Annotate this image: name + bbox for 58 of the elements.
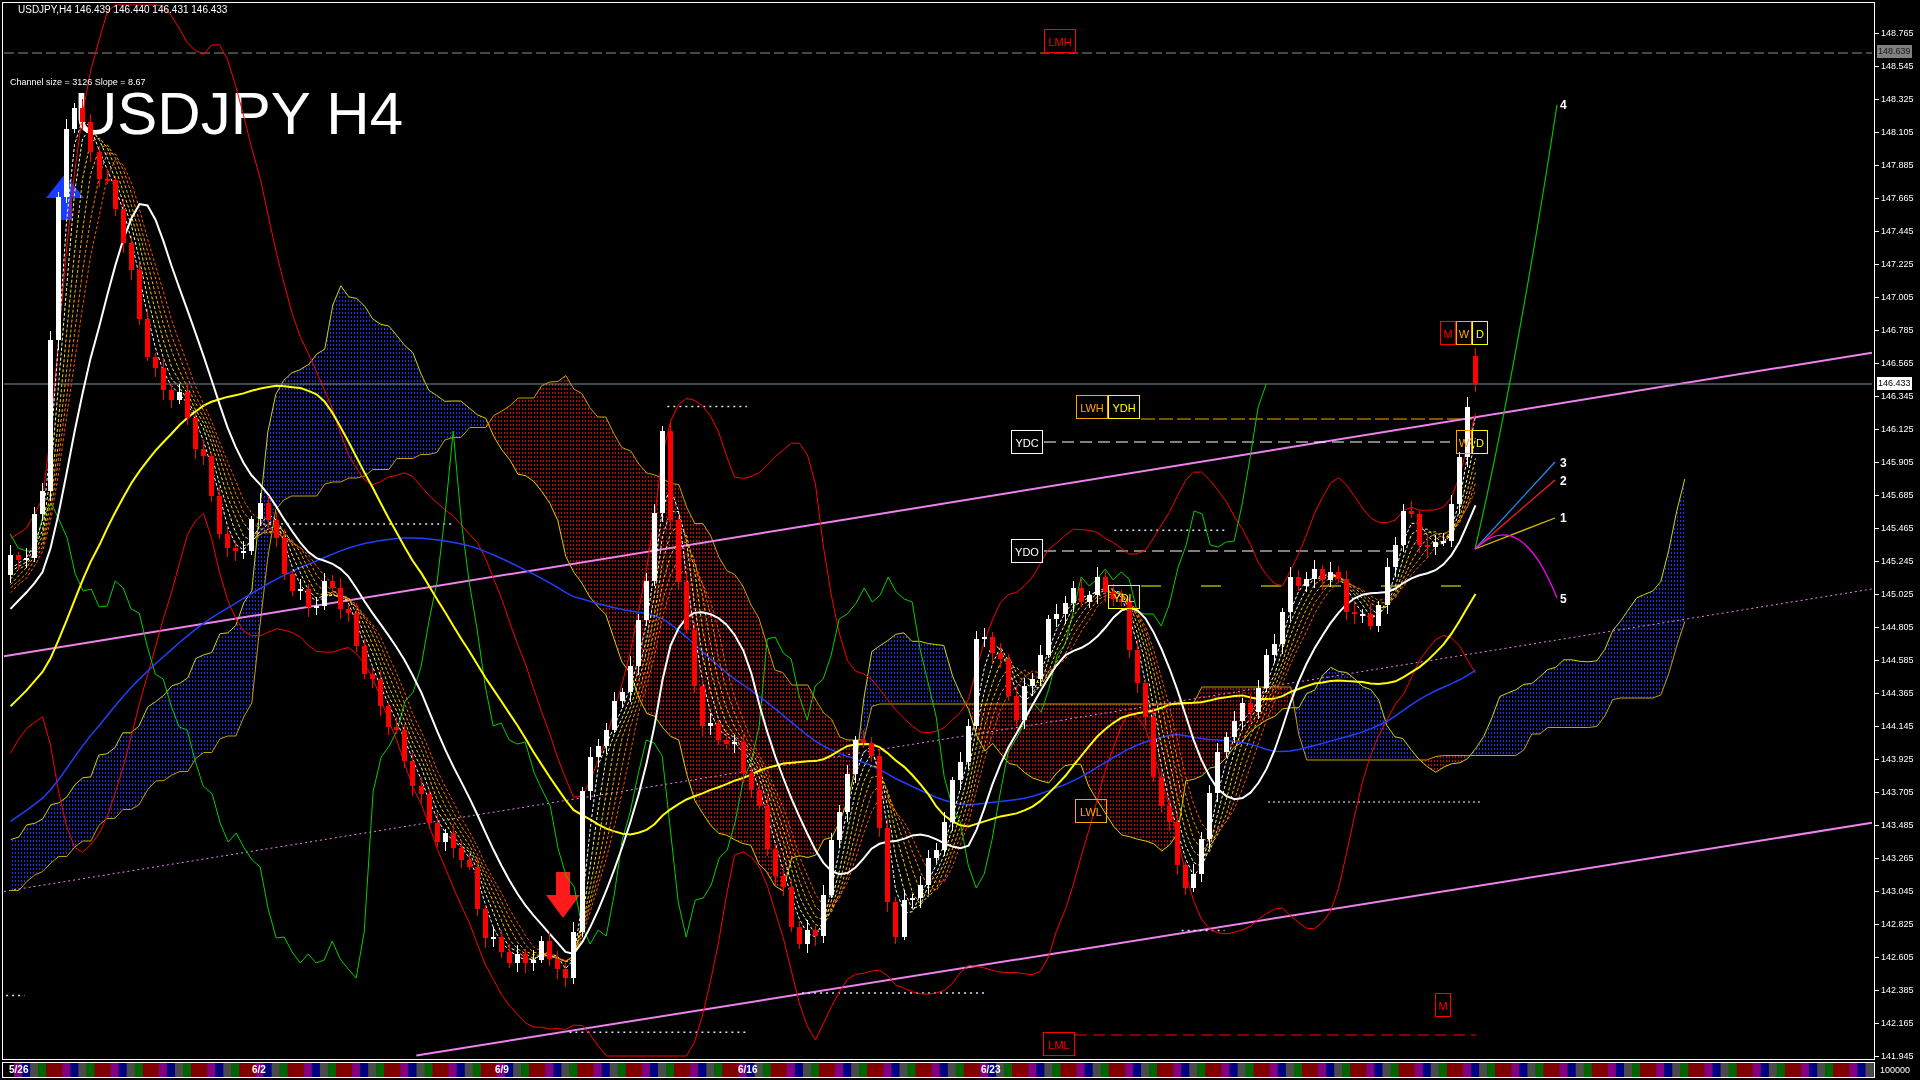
date-label: 5/26 [9,1065,29,1075]
price-axis-label: 144.585 [1881,656,1914,665]
price-axis-label: 143.925 [1881,755,1914,764]
price-axis-label: 144.365 [1881,689,1914,698]
volume-scale-label: 100000 [1880,1065,1911,1075]
price-axis-label: 142.825 [1881,920,1914,929]
level-tag: YDC [1011,430,1043,454]
level-tag: W [1456,321,1472,345]
wave-label: 2 [1560,474,1567,488]
date-label: 6/9 [495,1065,509,1075]
price-axis-label: 141.945 [1881,1052,1914,1061]
price-axis-label: 143.705 [1881,788,1914,797]
price-axis-label: 145.685 [1881,491,1914,500]
level-tag: D [1472,430,1488,454]
current-price-label: 146.433 [1877,377,1912,390]
price-axis-label: 148.545 [1881,62,1914,71]
level-tag: YDH [1108,395,1140,419]
price-marker-label: 148.639 [1877,45,1912,58]
level-tag: M [1440,321,1456,345]
price-axis-label: 143.265 [1881,854,1914,863]
price-axis-label: 142.165 [1881,1019,1914,1028]
price-axis-label: 147.445 [1881,227,1914,236]
level-tag: LWL [1075,799,1107,823]
wave-label: 4 [1560,98,1567,112]
price-axis-label: 147.885 [1881,161,1914,170]
price-axis-label: 143.045 [1881,887,1914,896]
level-tag: LML [1043,1032,1075,1056]
price-axis-label: 142.605 [1881,953,1914,962]
price-axis-label: 144.805 [1881,623,1914,632]
price-axis-label: 146.565 [1881,359,1914,368]
date-label: 6/23 [981,1065,1001,1075]
date-label: 6/16 [738,1065,758,1075]
price-axis-label: 148.325 [1881,95,1914,104]
wave-label: 5 [1560,592,1567,606]
level-tag: D [1472,321,1488,345]
wave-label: 3 [1560,456,1567,470]
level-tag: YDO [1011,539,1043,563]
price-axis-label: 147.225 [1881,260,1914,269]
price-axis-label: 148.105 [1881,128,1914,137]
price-axis-label: 143.485 [1881,821,1914,830]
wave-label: 1 [1560,511,1567,525]
price-axis-label: 144.145 [1881,722,1914,731]
price-axis-label: 145.905 [1881,458,1914,467]
price-axis-label: 147.665 [1881,194,1914,203]
price-axis-label: 146.125 [1881,425,1914,434]
price-axis-label: 148.765 [1881,29,1914,38]
price-axis-label: 142.385 [1881,986,1914,995]
date-label: 6/2 [252,1065,266,1075]
price-axis-label: 146.345 [1881,392,1914,401]
price-axis-label: 145.465 [1881,524,1914,533]
price-axis-label: 145.025 [1881,590,1914,599]
price-axis-label: 147.005 [1881,293,1914,302]
price-axis-label: 145.245 [1881,557,1914,566]
down-arrow-icon [546,872,580,918]
price-axis-label: 146.785 [1881,326,1914,335]
level-tag: LMH [1044,29,1076,53]
level-tag: M [1435,993,1451,1017]
level-tag: LWH [1076,395,1108,419]
